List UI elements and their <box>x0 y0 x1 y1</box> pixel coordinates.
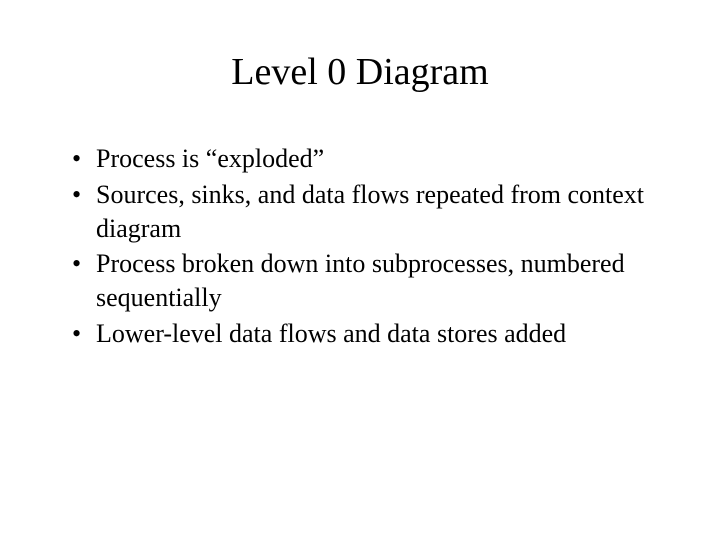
bullet-list: Process is “exploded” Sources, sinks, an… <box>60 142 660 351</box>
slide-title: Level 0 Diagram <box>60 50 660 94</box>
list-item: Process broken down into subprocesses, n… <box>68 247 660 315</box>
list-item: Lower-level data flows and data stores a… <box>68 317 660 351</box>
list-item: Sources, sinks, and data flows repeated … <box>68 178 660 246</box>
list-item: Process is “exploded” <box>68 142 660 176</box>
